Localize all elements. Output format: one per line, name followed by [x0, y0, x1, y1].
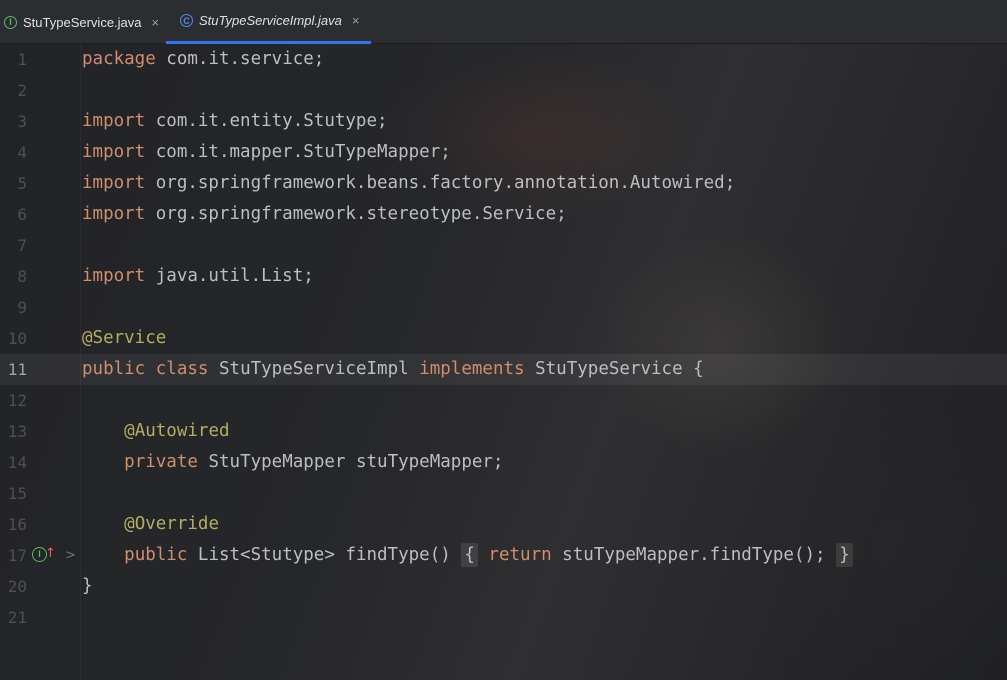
code-line: 4 import com.it.mapper.StuTypeMapper; [0, 137, 1007, 168]
tab-stutypeserviceimpl[interactable]: C StuTypeServiceImpl.java × [166, 0, 371, 44]
line-number: 15 [7, 484, 27, 503]
close-icon[interactable]: × [152, 15, 160, 30]
line-number: 8 [17, 267, 27, 286]
code-text: @Service [82, 328, 167, 348]
code-line: 6 import org.springframework.stereotype.… [0, 199, 1007, 230]
code-line: 8 import java.util.List; [0, 261, 1007, 292]
code-line: 10 @Service [0, 323, 1007, 354]
line-number: 7 [17, 236, 27, 255]
code-text: import com.it.mapper.StuTypeMapper; [82, 142, 451, 162]
code-line: 5 import org.springframework.beans.facto… [0, 168, 1007, 199]
tab-label: StuTypeService.java [23, 14, 142, 30]
editor-tab-bar: I StuTypeService.java × C StuTypeService… [0, 0, 1007, 44]
code-line: 1 package com.it.service; [0, 44, 1007, 75]
code-line: 21 [0, 602, 1007, 633]
code-line: 14 private StuTypeMapper stuTypeMapper; [0, 447, 1007, 478]
line-number: 2 [17, 81, 27, 100]
line-number: 6 [17, 205, 27, 224]
code-text: private StuTypeMapper stuTypeMapper; [124, 452, 504, 472]
interface-icon: I [4, 15, 17, 29]
code-line: 12 [0, 385, 1007, 416]
tab-stutypeservice[interactable]: I StuTypeService.java × [0, 0, 166, 44]
code-text: import java.util.List; [82, 266, 314, 286]
code-line: 17 I ↑ > public List<Stutype> findType()… [0, 540, 1007, 571]
code-text: import com.it.entity.Stutype; [82, 111, 388, 131]
line-number: 20 [7, 577, 27, 596]
line-number: 13 [7, 422, 27, 441]
line-number: 11 [7, 360, 27, 379]
code-text: @Autowired [124, 421, 230, 441]
fold-expand-icon[interactable]: > [65, 540, 76, 571]
class-icon: C [180, 14, 193, 27]
code-text: public class StuTypeServiceImpl implemen… [82, 359, 704, 379]
code-line: 15 [0, 478, 1007, 509]
code-line: 16 @Override [0, 509, 1007, 540]
folded-region[interactable]: } [836, 543, 853, 567]
code-text: import org.springframework.beans.factory… [82, 173, 736, 193]
code-text: public List<Stutype> findType() { return… [82, 540, 853, 571]
code-editor[interactable]: 1 package com.it.service; 2 3 import com… [0, 44, 1007, 680]
line-number: 10 [7, 329, 27, 348]
line-number: 12 [7, 391, 27, 410]
go-to-interface-arrow-icon[interactable]: ↑ [45, 538, 56, 569]
code-text: } [82, 576, 93, 596]
code-line: 3 import com.it.entity.Stutype; [0, 106, 1007, 137]
line-number: 9 [17, 298, 27, 317]
line-number: 17 [7, 546, 27, 565]
line-number: 4 [17, 143, 27, 162]
line-number: 3 [17, 112, 27, 131]
code-line: 20 } [0, 571, 1007, 602]
code-line: 7 [0, 230, 1007, 261]
line-number: 14 [7, 453, 27, 472]
code-text: package com.it.service; [82, 49, 325, 69]
line-number: 1 [17, 50, 27, 69]
code-line-current: 11 public class StuTypeServiceImpl imple… [0, 354, 1007, 385]
code-text: @Override [124, 514, 219, 534]
code-line: 9 [0, 292, 1007, 323]
line-number: 21 [7, 608, 27, 627]
tab-label: StuTypeServiceImpl.java [199, 13, 342, 28]
line-number: 5 [17, 174, 27, 193]
code-text: import org.springframework.stereotype.Se… [82, 204, 567, 224]
code-line: 13 @Autowired [0, 416, 1007, 447]
code-line: 2 [0, 75, 1007, 106]
folded-region[interactable]: { [461, 543, 478, 567]
close-icon[interactable]: × [352, 13, 360, 28]
line-number: 16 [7, 515, 27, 534]
